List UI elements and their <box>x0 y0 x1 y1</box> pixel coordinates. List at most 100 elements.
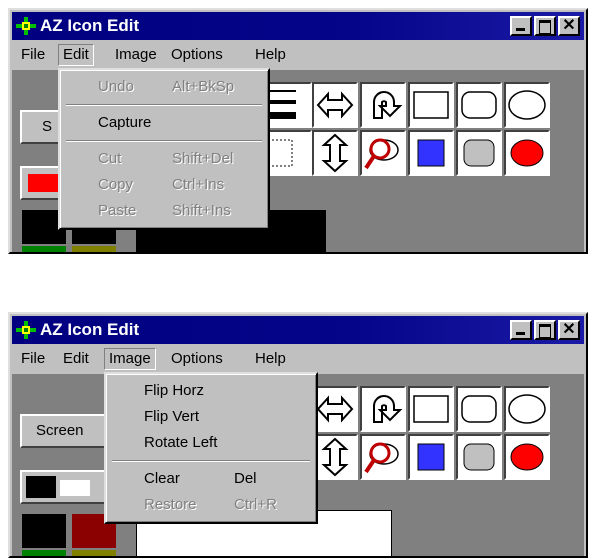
menu-item-label: Cut <box>98 150 122 167</box>
screen-button-label: Screen <box>36 422 84 439</box>
menu-item-copy[interactable]: Copy Ctrl+Ins <box>62 172 266 198</box>
menu-item-label: Capture <box>98 114 152 131</box>
minimize-button[interactable] <box>510 320 532 340</box>
tool-rectangle[interactable] <box>408 82 454 128</box>
tool-filled-rectangle[interactable] <box>408 130 454 176</box>
menu-help[interactable]: Help <box>250 44 291 66</box>
tool-zoom[interactable] <box>360 434 406 480</box>
ellipse-icon <box>508 394 546 424</box>
tool-select[interactable] <box>264 130 312 176</box>
menu-image[interactable]: Image <box>104 348 156 370</box>
tool-filled-rectangle[interactable] <box>408 434 454 480</box>
menu-item-flip-horz[interactable]: Flip Horz <box>108 378 314 404</box>
tool-filled-ellipse[interactable] <box>504 130 550 176</box>
tool-flip-vertical[interactable] <box>312 434 358 480</box>
magnifier-icon <box>364 442 399 474</box>
maximize-button[interactable] <box>534 16 556 36</box>
minimize-button[interactable] <box>510 16 532 36</box>
menu-item-label: Paste <box>98 202 137 219</box>
menu-edit[interactable]: Edit <box>58 348 94 370</box>
menu-file-label: File <box>21 46 46 63</box>
filled-ellipse-icon <box>510 443 544 471</box>
menu-file[interactable]: File <box>16 44 50 66</box>
menu-item-flip-vert[interactable]: Flip Vert <box>108 404 314 430</box>
menu-options[interactable]: Options <box>166 44 228 66</box>
menu-options[interactable]: Options <box>166 348 228 370</box>
tool-rotate[interactable] <box>360 82 406 128</box>
menu-item-shortcut: Del <box>234 470 257 487</box>
horizontal-arrow-icon <box>316 91 354 119</box>
tool-flip-horizontal[interactable] <box>312 386 358 432</box>
menu-item-rotate-left[interactable]: Rotate Left <box>108 430 314 456</box>
menu-image-label: Image <box>115 46 157 63</box>
rounded-rectangle-icon <box>461 91 497 119</box>
menu-item-restore[interactable]: Restore Ctrl+R <box>108 492 314 518</box>
menu-item-cut[interactable]: Cut Shift+Del <box>62 146 266 172</box>
close-button[interactable]: ✕ <box>558 320 580 340</box>
title-bar[interactable]: AZ Icon Edit ✕ <box>12 12 584 40</box>
tool-filled-rounded-rectangle[interactable] <box>456 434 502 480</box>
tool-flip-horizontal[interactable] <box>312 82 358 128</box>
maximize-button[interactable] <box>534 320 556 340</box>
menu-item-label: Flip Vert <box>144 408 200 425</box>
menu-options-label: Options <box>171 46 223 63</box>
palette-swatch[interactable] <box>72 246 116 252</box>
menu-bar: File Edit Image Options Help <box>12 346 584 372</box>
tool-rotate[interactable] <box>360 386 406 432</box>
menu-separator <box>62 136 266 146</box>
menu-help[interactable]: Help <box>250 348 291 370</box>
palette-swatch[interactable] <box>22 550 66 556</box>
screen-button[interactable]: Screen <box>20 414 110 448</box>
tool-filled-rounded-rectangle[interactable] <box>456 130 502 176</box>
filled-rectangle-icon <box>417 139 445 167</box>
menu-item-undo[interactable]: Undo Alt+BkSp <box>62 74 266 100</box>
foreground-color <box>28 174 58 192</box>
menu-item-shortcut: Shift+Del <box>172 150 234 167</box>
menu-edit[interactable]: Edit <box>58 44 94 66</box>
tool-zoom[interactable] <box>360 130 406 176</box>
tool-filled-ellipse[interactable] <box>504 434 550 480</box>
palette-swatch[interactable] <box>72 550 116 556</box>
app-window-edit-menu: AZ Icon Edit ✕ File Edit Image Options H… <box>8 8 588 254</box>
app-icon <box>16 17 36 35</box>
tool-ellipse[interactable] <box>504 386 550 432</box>
menu-item-label: Flip Horz <box>144 382 205 399</box>
rectangle-icon <box>413 91 449 119</box>
tool-rounded-rectangle[interactable] <box>456 82 502 128</box>
edit-menu: Undo Alt+BkSp Capture Cut Shift+Del Copy Ct… <box>58 68 270 230</box>
menu-help-label: Help <box>255 350 286 367</box>
filled-ellipse-icon <box>510 139 544 167</box>
menu-item-clear[interactable]: Clear Del <box>108 466 314 492</box>
palette-swatch[interactable] <box>22 514 66 548</box>
window-title: AZ Icon Edit <box>40 320 140 339</box>
tool-rounded-rectangle[interactable] <box>456 386 502 432</box>
tool-ellipse[interactable] <box>504 82 550 128</box>
menu-item-paste[interactable]: Paste Shift+Ins <box>62 198 266 224</box>
close-button[interactable]: ✕ <box>558 16 580 36</box>
tool-flip-vertical[interactable] <box>312 130 358 176</box>
palette-swatch[interactable] <box>22 246 66 252</box>
rectangle-icon <box>413 395 449 423</box>
menu-image[interactable]: Image <box>110 44 162 66</box>
menu-separator <box>62 100 266 110</box>
background-color <box>26 476 56 498</box>
menu-item-shortcut: Ctrl+R <box>234 496 277 513</box>
ellipse-icon <box>508 90 546 120</box>
magnifier-icon <box>364 138 399 170</box>
rotate-icon <box>373 395 403 423</box>
tool-line-width[interactable] <box>264 82 312 128</box>
title-bar[interactable]: AZ Icon Edit ✕ <box>12 316 584 344</box>
menu-edit-label: Edit <box>63 46 89 63</box>
menu-edit-label: Edit <box>63 350 89 367</box>
image-menu: Flip Horz Flip Vert Rotate Left Clear Del… <box>104 372 318 524</box>
menu-item-label: Rotate Left <box>144 434 218 451</box>
app-icon <box>16 321 36 339</box>
selection-icon <box>266 139 293 167</box>
menu-item-shortcut: Ctrl+Ins <box>172 176 225 193</box>
menu-file[interactable]: File <box>16 348 50 370</box>
menu-item-capture[interactable]: Capture <box>62 110 266 136</box>
rotate-icon <box>373 91 403 119</box>
color-indicator[interactable] <box>20 470 110 504</box>
app-window-image-menu: AZ Icon Edit ✕ File Edit Image Options H… <box>8 312 588 558</box>
tool-rectangle[interactable] <box>408 386 454 432</box>
